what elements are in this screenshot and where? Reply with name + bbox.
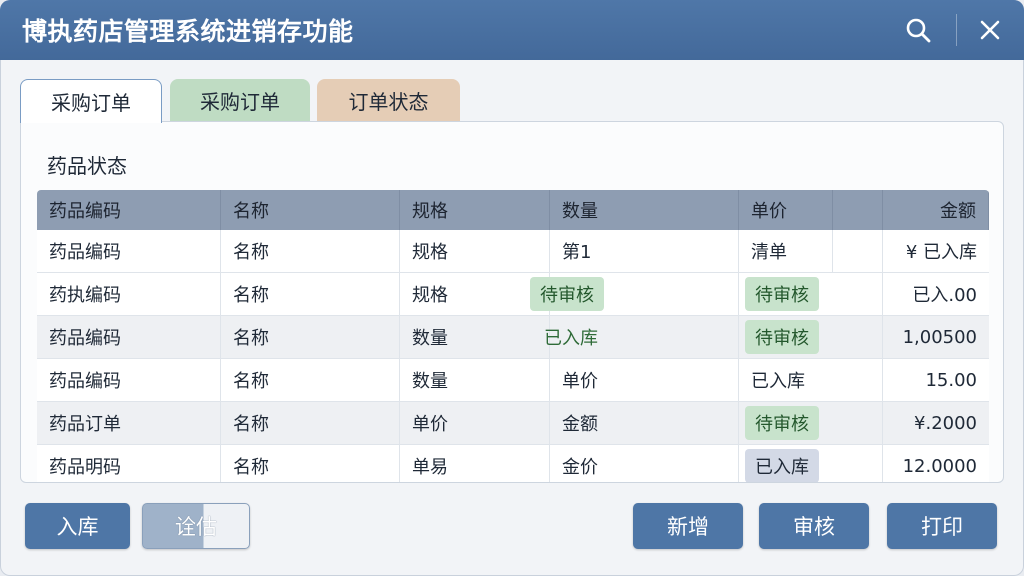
section-title: 药品状态 — [47, 154, 127, 178]
cell-spec: 数量 — [400, 359, 550, 401]
cell-qty: 金额 — [550, 402, 739, 444]
column-header[interactable]: 单价 — [739, 190, 833, 230]
tab-purchase-order[interactable]: 采购订单 — [20, 79, 162, 123]
drug-table: 药品编码 名称 规格 数量 单价 金额 药品编码 名称 规格 第1 清单 ¥ 已… — [37, 190, 989, 482]
close-icon[interactable] — [970, 10, 1010, 50]
cell-spacer — [833, 316, 883, 358]
status-badge: 待审核 — [530, 277, 604, 311]
tab-label: 采购订单 — [200, 89, 280, 114]
cell-code: 药品编码 — [37, 230, 221, 272]
cell-code: 药执编码 — [37, 273, 221, 315]
cell-amount: ¥ 已入库 — [905, 242, 977, 263]
cell-code: 药品订单 — [37, 402, 221, 444]
status-badge: 待审核 — [745, 277, 819, 311]
cell-price: 待审核 — [739, 273, 833, 315]
cell-name: 名称 — [221, 445, 400, 482]
column-header[interactable]: 规格 — [400, 190, 550, 230]
cell-spec: 单价 — [400, 402, 550, 444]
cell-price: 待审核 — [739, 316, 833, 358]
cell-qty: 金价 — [550, 445, 739, 482]
cell-amount: 12.0000 — [902, 455, 977, 477]
cell-qty: 待审核 — [530, 273, 739, 315]
app-window: 博执药店管理系统进销存功能 采购订单 采购订单 订单状态 药品状态 药品编码 名… — [0, 0, 1024, 576]
cell-amount: 15.00 — [925, 369, 977, 391]
cell-price: 已入库 — [751, 371, 805, 392]
cell-spacer — [833, 230, 883, 272]
cell-name: 名称 — [221, 359, 400, 401]
cell-spec: 规格 — [400, 273, 550, 315]
secondary-button[interactable]: 诠估 — [142, 503, 250, 549]
table-row[interactable]: 药品编码 名称 数量 单价 已入库 15.00 — [37, 359, 989, 402]
cell-qty: 单价 — [550, 359, 739, 401]
tab-order-status[interactable]: 订单状态 — [317, 79, 460, 121]
cell-amount: 1,00500 — [902, 326, 977, 348]
tab-purchase-order-2[interactable]: 采购订单 — [170, 79, 310, 121]
table-row[interactable]: 药品编码 名称 规格 第1 清单 ¥ 已入库 — [37, 230, 989, 273]
table-row[interactable]: 药品编码 名称 数量 已入库 待审核 1,00500 — [37, 316, 989, 359]
cell-code: 药品编码 — [37, 316, 221, 358]
cell-spec: 规格 — [400, 230, 550, 272]
cell-spacer — [833, 273, 883, 315]
window-title: 博执药店管理系统进销存功能 — [22, 17, 354, 46]
cell-amount: ¥.2000 — [914, 412, 977, 434]
content-panel: 药品状态 药品编码 名称 规格 数量 单价 金额 药品编码 名称 规格 第1 清… — [20, 121, 1004, 483]
cell-spacer — [833, 445, 883, 482]
status-badge: 已入库 — [745, 449, 819, 482]
cell-price: 待审核 — [739, 402, 833, 444]
search-icon[interactable] — [898, 10, 938, 50]
column-header[interactable]: 名称 — [221, 190, 400, 230]
stock-in-button[interactable]: 入库 — [25, 503, 130, 549]
table-row[interactable]: 药品订单 名称 单价 金额 待审核 ¥.2000 — [37, 402, 989, 445]
titlebar-divider — [956, 14, 957, 46]
cell-amount: 已入.00 — [912, 285, 977, 306]
cell-name: 名称 — [221, 230, 400, 272]
cell-code: 药品编码 — [37, 359, 221, 401]
cell-qty: 已入库 — [544, 316, 739, 358]
cell-qty: 第1 — [550, 230, 739, 272]
print-button[interactable]: 打印 — [887, 503, 997, 549]
audit-button[interactable]: 审核 — [759, 503, 869, 549]
status-badge: 待审核 — [745, 406, 819, 440]
status-text: 已入库 — [544, 328, 598, 349]
table-header-row: 药品编码 名称 规格 数量 单价 金额 — [37, 190, 989, 230]
column-header[interactable]: 药品编码 — [37, 190, 221, 230]
column-header-spacer — [833, 190, 883, 230]
add-button[interactable]: 新增 — [633, 503, 743, 549]
tab-label: 采购订单 — [51, 91, 131, 115]
table-row[interactable]: 药品明码 名称 单易 金价 已入库 12.0000 — [37, 445, 989, 482]
column-header[interactable]: 数量 — [550, 190, 739, 230]
cell-name: 名称 — [221, 316, 400, 358]
cell-spacer — [833, 402, 883, 444]
tab-label: 订单状态 — [348, 89, 429, 114]
cell-name: 名称 — [221, 402, 400, 444]
cell-name: 名称 — [221, 273, 400, 315]
cell-price: 清单 — [739, 230, 833, 272]
cell-spec: 数量 — [400, 316, 550, 358]
table-row[interactable]: 药执编码 名称 规格 待审核 待审核 已入.00 — [37, 273, 989, 316]
column-header[interactable]: 金额 — [883, 190, 989, 230]
status-badge: 待审核 — [745, 320, 819, 354]
cell-spec: 单易 — [400, 445, 550, 482]
cell-price: 已入库 — [739, 445, 833, 482]
cell-code: 药品明码 — [37, 445, 221, 482]
title-bar: 博执药店管理系统进销存功能 — [0, 0, 1024, 60]
cell-spacer — [833, 359, 883, 401]
